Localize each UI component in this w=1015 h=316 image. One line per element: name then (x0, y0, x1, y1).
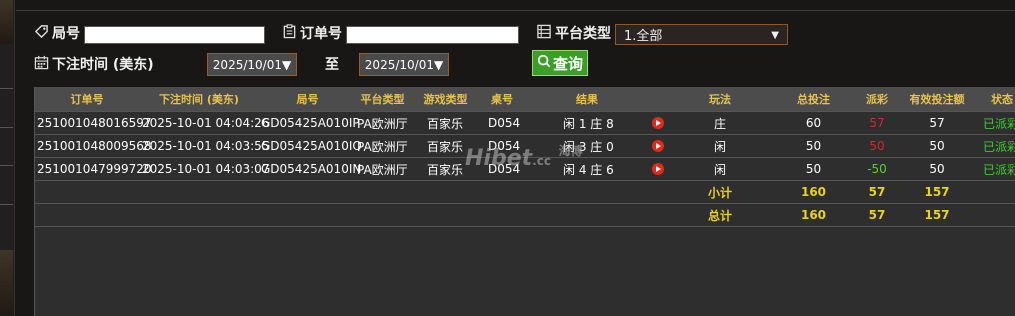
replay-button[interactable] (652, 158, 666, 180)
tag-icon (34, 24, 49, 43)
cell-valid: 50 (929, 139, 945, 153)
sidebar-separator (0, 127, 13, 128)
table-header: 订单号 下注时间 (美东) 局号 平台类型 游戏类型 桌号 结果 玩法 总投注 … (35, 87, 1015, 112)
cell-total: 50 (805, 162, 822, 176)
sidebar-separator (0, 165, 13, 166)
play-icon (652, 163, 664, 175)
sidebar-separator (0, 88, 13, 89)
play-icon (652, 140, 664, 152)
round-label: 局号 (34, 23, 80, 43)
cell-order: 251001048016597 (37, 116, 152, 130)
watermark-domain: .cc (532, 154, 551, 168)
cell-round: GD05425A010IN (261, 162, 362, 176)
chevron-down-icon: ▼ (771, 30, 779, 41)
date-from-picker[interactable]: 2025/10/01▼ (207, 53, 297, 76)
platform-select-value: 1.全部 (624, 29, 663, 44)
cell-game: 百家乐 (427, 139, 464, 154)
results-table: 订单号 下注时间 (美东) 局号 平台类型 游戏类型 桌号 结果 玩法 总投注 … (34, 87, 1015, 316)
column-header: 局号 (296, 93, 319, 106)
column-header: 平台类型 (360, 93, 405, 106)
cell-valid: 57 (929, 116, 945, 130)
cell-time: 2025-10-01 04:04:26 (142, 116, 270, 130)
time-label-text: 下注时间 (美东) (52, 57, 154, 73)
play-icon (652, 117, 664, 129)
column-header: 结果 (576, 93, 598, 106)
cell-result: 闲 1 庄 8 (563, 116, 614, 131)
subtotal-row: 小计 160 57 157 (35, 181, 1015, 204)
subtotal-payout: 57 (868, 185, 886, 199)
column-header: 派彩 (866, 93, 888, 106)
cell-platform: PA欧洲厅 (357, 162, 408, 177)
cell-status: 已派彩 (983, 139, 1015, 154)
time-label: 下注时间 (美东) (34, 54, 154, 74)
column-header: 总投注 (797, 93, 830, 106)
column-header: 玩法 (709, 93, 731, 106)
main-panel: 局号 订单号 平台类型 1.全部 ▼ 下注时间 (美东) 2025/10/01▼… (16, 0, 1015, 316)
column-header: 下注时间 (美东) (159, 93, 239, 106)
calendar-icon (34, 55, 49, 74)
platform-select[interactable]: 1.全部 ▼ (615, 24, 788, 45)
grand-total-total: 160 (800, 208, 827, 222)
cell-total: 50 (805, 139, 822, 153)
cell-status: 已派彩 (983, 116, 1015, 131)
cell-platform: PA欧洲厅 (357, 116, 408, 131)
cell-time: 2025-10-01 04:03:07 (142, 162, 270, 176)
watermark: Hibet.cc 海博 (465, 144, 583, 171)
cell-bet: 闲 (713, 139, 726, 154)
order-input[interactable] (346, 26, 519, 44)
query-button-label: 查询 (552, 54, 583, 73)
sidebar-strip (0, 250, 13, 316)
cell-time: 2025-10-01 04:03:55 (142, 139, 270, 153)
platform-label: 平台类型 (536, 23, 611, 43)
column-header: 订单号 (70, 93, 104, 106)
order-label-text: 订单号 (300, 26, 342, 42)
cell-status: 已派彩 (983, 162, 1015, 177)
grand-total-valid: 157 (924, 208, 950, 222)
platform-label-text: 平台类型 (555, 26, 611, 42)
top-divider (16, 10, 1015, 11)
cell-payout: 57 (869, 116, 885, 130)
column-header: 游戏类型 (423, 93, 468, 106)
cell-round: GD05425A010IP (261, 116, 360, 130)
cell-payout: 50 (869, 139, 885, 153)
column-header: 桌号 (491, 93, 513, 106)
cell-platform: PA欧洲厅 (357, 139, 408, 154)
query-button[interactable]: 查询 (532, 50, 588, 76)
cell-order: 251001048009568 (37, 139, 152, 153)
round-input[interactable] (84, 26, 265, 44)
round-label-text: 局号 (52, 26, 80, 42)
sidebar-strip (0, 0, 13, 44)
column-header: 状态 (991, 93, 1013, 106)
column-header: 有效投注额 (909, 93, 965, 106)
cell-order: 251001047999720 (37, 162, 152, 176)
grand-total-payout: 57 (868, 208, 886, 222)
cell-round: GD05425A010IO (261, 139, 362, 153)
cell-bet: 闲 (713, 162, 726, 177)
grand-total-label: 总计 (707, 208, 732, 223)
clipboard-icon (282, 23, 297, 43)
list-icon (536, 24, 552, 43)
search-icon (537, 54, 551, 72)
cell-game: 百家乐 (427, 162, 464, 177)
replay-button[interactable] (652, 135, 666, 157)
cell-table: D054 (488, 116, 521, 130)
watermark-cn: 海博 (558, 144, 583, 158)
cell-bet: 庄 (713, 116, 726, 131)
sidebar-separator (0, 204, 13, 205)
to-label: 至 (325, 57, 339, 73)
cell-total: 60 (805, 116, 822, 130)
date-to-picker[interactable]: 2025/10/01▼ (359, 53, 449, 76)
watermark-brand: Hibet (465, 146, 533, 171)
grand-total-row: 总计 160 57 157 (35, 204, 1015, 227)
cell-game: 百家乐 (427, 116, 464, 131)
cell-valid: 50 (929, 162, 945, 176)
replay-button[interactable] (652, 112, 666, 134)
table-row[interactable]: 251001048016597 2025-10-01 04:04:26 GD05… (35, 112, 1015, 135)
subtotal-valid: 157 (924, 185, 950, 199)
sidebar (0, 0, 15, 316)
cell-payout: -50 (867, 162, 887, 176)
order-label: 订单号 (282, 23, 342, 43)
subtotal-total: 160 (800, 185, 827, 199)
subtotal-label: 小计 (707, 185, 732, 200)
